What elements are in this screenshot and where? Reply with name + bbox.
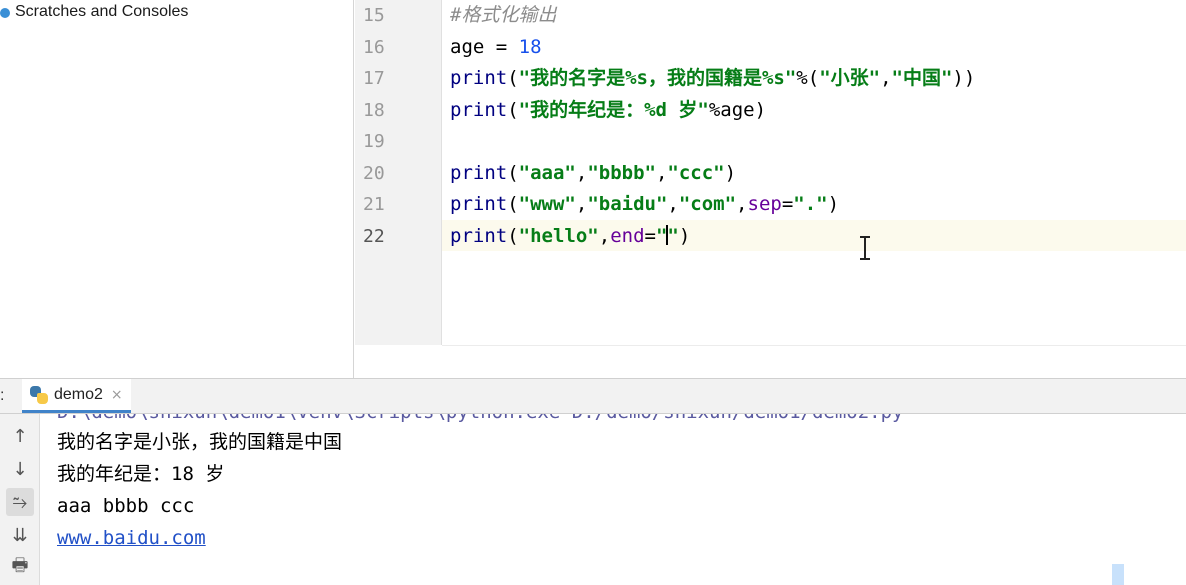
code-token: "baidu" [587,193,668,215]
code-token: )) [952,67,976,89]
ide-window: Scratches and Consoles 15 16 17 18 19 20 21 22 … [0,0,1186,585]
close-icon[interactable]: × [111,387,123,403]
code-token: , [598,224,611,247]
code-token: "小张" [819,67,881,89]
code-token: #格式化输出 [450,4,557,26]
code-text-area[interactable]: #格式化输出 age = 18 print("我的名字是%s，我的国籍是%s"%("… [442,0,1186,345]
code-token: , [575,193,588,215]
project-panel: Scratches and Consoles [0,0,354,378]
code-line[interactable]: print("我的名字是%s，我的国籍是%s"%("小张","中国")) [450,63,975,94]
run-toolbar: ↑ ↓ ⥲ ⇊ 🖶 [0,414,40,585]
arrow-down-icon[interactable]: ↓ [6,455,34,483]
code-line[interactable]: print("我的年纪是：%d 岁"%age) [450,95,766,126]
line-number[interactable]: 22 [363,221,385,252]
arrow-up-icon[interactable]: ↑ [6,422,34,450]
line-number[interactable]: 19 [363,126,385,157]
code-token: " [667,224,679,247]
code-token: ( [507,67,519,89]
line-number[interactable]: 16 [363,32,385,63]
run-tool-window-header: : demo2 × [0,378,1186,414]
sidebar-item-label: Scratches and Consoles [15,3,189,20]
run-tab-label: demo2 [54,385,103,403]
code-token: print [450,98,508,121]
code-line[interactable]: print("www","baidu","com",sep=".") [450,189,839,220]
line-number-gutter[interactable]: 15 16 17 18 19 20 21 22 [355,0,442,345]
code-token: print [450,67,508,89]
soft-wrap-icon[interactable]: ⥲ [6,488,34,516]
code-token: "我的年纪是：%d 岁" [518,98,709,121]
line-number[interactable]: 17 [363,63,385,94]
editor-empty-area[interactable] [442,345,1186,379]
scroll-to-end-icon[interactable]: ⇊ [6,521,34,549]
code-token: , [655,161,668,184]
code-token: = [644,224,656,247]
code-token: , [880,67,892,89]
code-token: end [610,224,645,247]
code-token: ) [724,161,737,184]
code-line[interactable]: age = 18 [450,32,542,63]
code-token: sep [747,193,782,215]
python-icon [30,385,48,404]
print-icon[interactable]: 🖶 [6,554,34,582]
line-number[interactable]: 18 [363,95,385,126]
code-token: age = [450,35,519,58]
code-token: "ccc" [667,161,725,184]
code-token: "bbbb" [587,161,656,184]
code-token: ( [507,98,519,121]
code-token: ( [507,224,519,247]
code-token: = [781,193,794,215]
code-token: , [736,193,748,215]
code-token: print [450,193,508,215]
code-token: "hello" [518,224,599,247]
code-token: ) [827,193,840,215]
code-token: "我的名字是%s，我的国籍是%s" [518,67,797,89]
code-token: %( [796,67,820,89]
console-link[interactable]: www.baidu.com [57,522,206,554]
console-line: aaa bbbb ccc [57,495,195,517]
scratches-icon [0,5,12,19]
code-token: "中国" [891,67,953,89]
code-token: "aaa" [518,161,576,184]
code-token: ) [678,224,691,247]
code-token: , [667,193,679,215]
code-token: print [450,224,508,247]
line-number[interactable]: 21 [363,189,385,220]
console-line: 我的名字是小张，我的国籍是中国 [57,431,343,453]
code-editor[interactable]: 15 16 17 18 19 20 21 22 #格式化输出 age = 18 print("我的… [355,0,1186,379]
console-output[interactable]: D:\demo\shixun\demo1\venv\Scripts\python… [40,414,1186,585]
code-line[interactable]: #格式化输出 [450,0,556,31]
code-token: ( [507,193,519,215]
ibeam-cursor-icon [860,236,870,260]
code-token: print [450,161,508,184]
code-token: ( [507,161,519,184]
code-line[interactable]: print("aaa","bbbb","ccc") [450,158,736,189]
scrollbar-marker[interactable] [1112,564,1124,585]
line-number[interactable]: 15 [363,0,385,31]
run-tab-demo2[interactable]: demo2 × [22,379,131,413]
code-token: , [575,161,588,184]
sidebar-item-scratches[interactable]: Scratches and Consoles [0,2,188,22]
line-number[interactable]: 20 [363,158,385,189]
code-token: "." [793,193,828,215]
code-token: %age) [708,98,767,121]
code-token: "www" [518,193,576,215]
code-token: "com" [678,193,737,215]
code-line[interactable]: print("hello",end="") [450,221,690,252]
console-line: 我的年纪是：18 岁 [57,463,225,485]
run-label: : [0,387,5,404]
code-token: 18 [518,35,542,58]
